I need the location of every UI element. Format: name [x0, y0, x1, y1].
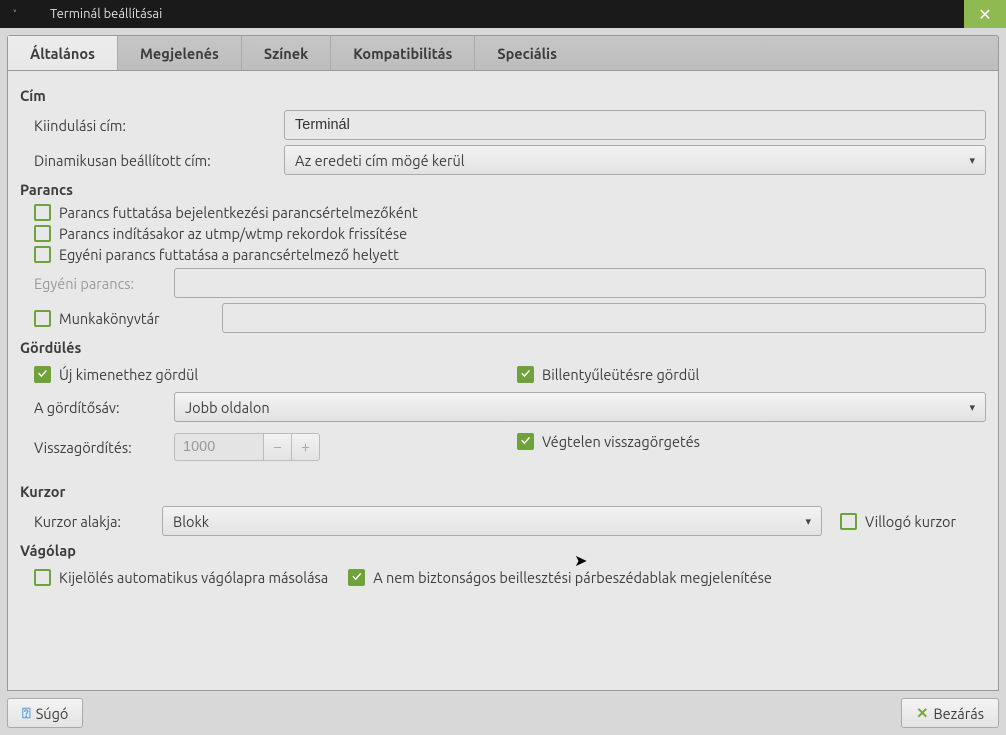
tab-general[interactable]: Általános [8, 36, 118, 70]
close-label: Bezárás [933, 705, 984, 722]
initial-title-label: Kiindulási cím: [34, 117, 284, 134]
cursor-shape-value: Blokk [173, 513, 209, 530]
custom-command-label: Egyéni parancs: [34, 275, 174, 292]
window-titlebar: ˅ Terminál beállításai ✕ [0, 0, 1006, 28]
unlimited-scrollback-label: Végtelen visszagörgetés [542, 433, 700, 450]
custom-command-input [174, 268, 986, 298]
scroll-output-label: Új kimenethez gördül [59, 366, 198, 383]
unsafe-paste-label: A nem biztonságos beillesztési párbeszéd… [373, 569, 772, 586]
initial-title-input[interactable] [284, 110, 986, 140]
update-utmp-checkbox[interactable]: Parancs indításakor az utmp/wtmp rekordo… [34, 225, 986, 242]
blinking-cursor-label: Villogó kurzor [865, 513, 956, 530]
scrollbar-dropdown[interactable]: Jobb oldalon [174, 392, 986, 422]
checkbox-icon [34, 225, 51, 242]
settings-panel: Cím Kiindulási cím: Dinamikusan beállíto… [7, 71, 999, 691]
help-button[interactable]: ⍰ Súgó [7, 698, 83, 728]
tab-bar: Általános Megjelenés Színek Kompatibilit… [7, 35, 999, 71]
tab-appearance[interactable]: Megjelenés [118, 36, 242, 70]
checkbox-icon [840, 513, 857, 530]
section-title-kurzor: Kurzor [20, 483, 986, 500]
checkbox-icon [34, 569, 51, 586]
dynamic-title-dropdown[interactable]: Az eredeti cím mögé kerül [284, 145, 986, 175]
scroll-keystroke-label: Billentyűleütésre gördül [542, 366, 699, 383]
scrollbar-label: A gördítősáv: [34, 399, 174, 416]
window-menu-icon[interactable]: ˅ [0, 7, 30, 22]
login-shell-label: Parancs futtatása bejelentkezési parancs… [59, 204, 418, 221]
workdir-label: Munkakönyvtár [59, 310, 222, 327]
workdir-checkbox[interactable] [34, 310, 51, 327]
update-utmp-label: Parancs indításakor az utmp/wtmp rekordo… [59, 225, 407, 242]
scrollback-label: Visszagördítés: [34, 439, 174, 456]
section-title-cim: Cím [20, 87, 986, 104]
scroll-output-checkbox[interactable]: Új kimenethez gördül [34, 366, 503, 383]
window-body: Általános Megjelenés Színek Kompatibilit… [0, 28, 1006, 735]
scrollback-spinner: − + [174, 433, 320, 461]
workdir-input [222, 303, 986, 333]
auto-copy-checkbox[interactable]: Kijelölés automatikus vágólapra másolása [34, 569, 328, 586]
scrollback-input [174, 433, 264, 461]
checkbox-icon [517, 433, 534, 450]
close-button[interactable]: ✕ Bezárás [901, 698, 999, 728]
section-title-gordules: Gördülés [20, 339, 986, 356]
close-icon: ✕ [978, 5, 991, 24]
dynamic-title-label: Dinamikusan beállított cím: [34, 152, 284, 169]
section-title-vagolap: Vágólap [20, 542, 986, 559]
login-shell-checkbox[interactable]: Parancs futtatása bejelentkezési parancs… [34, 204, 986, 221]
section-title-parancs: Parancs [20, 181, 986, 198]
unsafe-paste-checkbox[interactable]: A nem biztonságos beillesztési párbeszéd… [348, 569, 772, 586]
tab-special[interactable]: Speciális [475, 36, 579, 70]
checkbox-icon [348, 569, 365, 586]
checkbox-icon [34, 366, 51, 383]
scrollback-decrement: − [264, 433, 292, 461]
blinking-cursor-checkbox[interactable]: Villogó kurzor [840, 513, 956, 530]
checkbox-icon [34, 204, 51, 221]
scroll-keystroke-checkbox[interactable]: Billentyűleütésre gördül [517, 366, 986, 383]
checkbox-icon [34, 246, 51, 263]
dialog-footer: ⍰ Súgó ✕ Bezárás [7, 698, 999, 728]
checkbox-icon [517, 366, 534, 383]
tab-compatibility[interactable]: Kompatibilitás [331, 36, 475, 70]
window-title: Terminál beállításai [30, 7, 964, 21]
cursor-shape-dropdown[interactable]: Blokk [162, 506, 822, 536]
scrollbar-value: Jobb oldalon [185, 399, 270, 416]
auto-copy-label: Kijelölés automatikus vágólapra másolása [59, 569, 328, 586]
help-label: Súgó [36, 705, 69, 722]
help-icon: ⍰ [22, 704, 31, 722]
custom-command-checkbox[interactable]: Egyéni parancs futtatása a parancsértelm… [34, 246, 986, 263]
close-icon: ✕ [916, 704, 928, 722]
window-close-button[interactable]: ✕ [964, 0, 1006, 28]
tab-colors[interactable]: Színek [242, 36, 331, 70]
unlimited-scrollback-checkbox[interactable]: Végtelen visszagörgetés [517, 433, 986, 450]
dynamic-title-value: Az eredeti cím mögé kerül [295, 152, 465, 169]
cursor-shape-label: Kurzor alakja: [34, 513, 162, 530]
scrollback-increment: + [292, 433, 320, 461]
custom-command-check-label: Egyéni parancs futtatása a parancsértelm… [59, 246, 399, 263]
